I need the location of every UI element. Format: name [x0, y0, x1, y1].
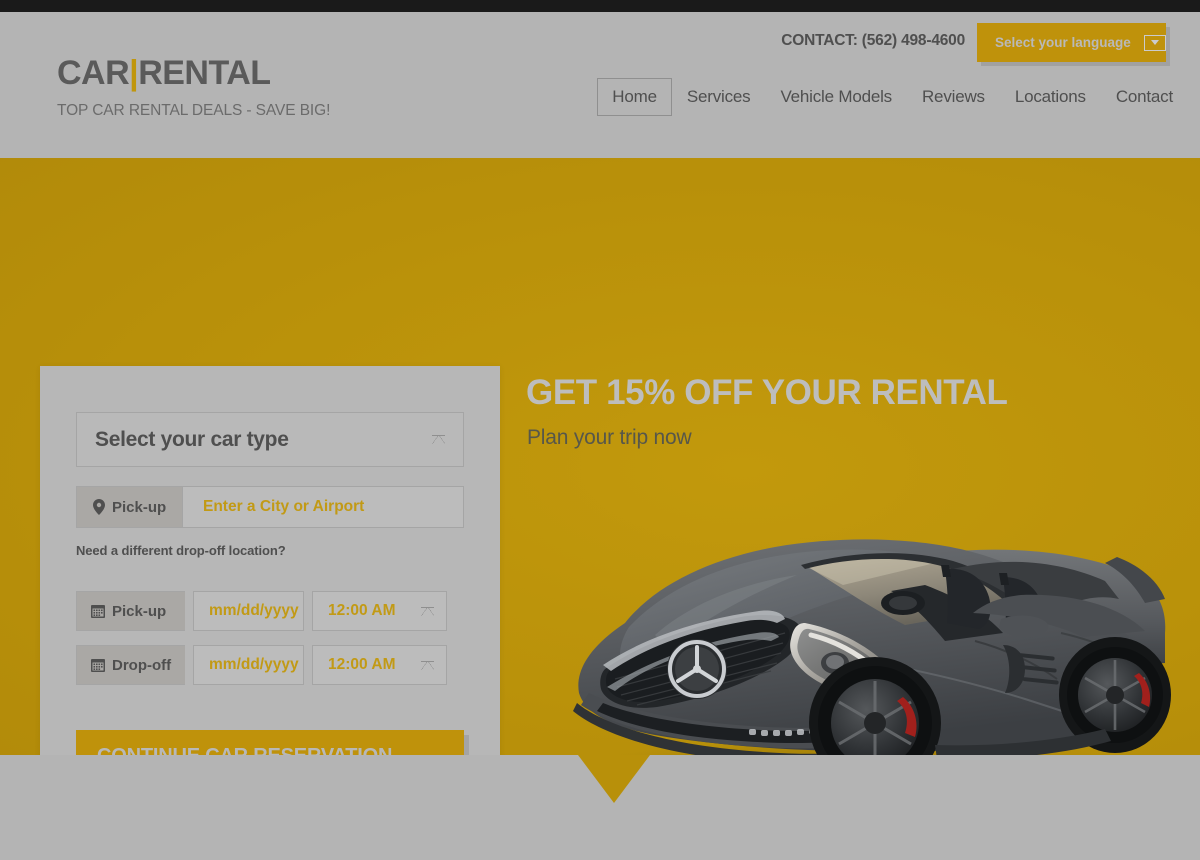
dropoff-date-tag: Drop-off	[76, 645, 185, 685]
dropoff-time-select[interactable]: 12:00 AM	[312, 645, 447, 685]
pickup-location-tag-label: Pick-up	[112, 498, 167, 516]
calendar-icon	[91, 659, 105, 672]
hero-subheadline: Plan your trip now	[527, 426, 692, 449]
caret-down-icon	[1143, 34, 1166, 51]
pickup-time-select[interactable]: 12:00 AM	[312, 591, 447, 631]
continue-reservation-button[interactable]: CONTINUE CAR RESERVATION	[76, 730, 464, 755]
nav-item-contact[interactable]: Contact	[1101, 79, 1188, 115]
brand-title-part1: CAR	[57, 54, 130, 92]
hero-car-image	[505, 473, 1195, 755]
dropoff-date-row: Drop-off mm/dd/yyyy 12:00 AM	[76, 645, 464, 685]
pickup-location-placeholder: Enter a City or Airport	[203, 498, 365, 515]
select-language-button[interactable]: Select your language	[977, 23, 1166, 62]
different-dropoff-link[interactable]: Need a different drop-off location?	[76, 543, 286, 558]
pickup-date-tag: Pick-up	[76, 591, 185, 631]
pickup-date-tag-label: Pick-up	[112, 602, 167, 620]
chevron-down-icon	[432, 435, 445, 444]
brand-title-part2: RENTAL	[138, 54, 271, 92]
car-type-label: Select your car type	[95, 427, 289, 451]
pickup-location-input[interactable]: Enter a City or Airport	[182, 486, 464, 528]
pickup-time-value: 12:00 AM	[328, 602, 396, 619]
site-header: CAR|RENTAL TOP CAR RENTAL DEALS - SAVE B…	[0, 12, 1200, 158]
dropoff-time-value: 12:00 AM	[328, 656, 396, 673]
calendar-icon	[91, 605, 105, 618]
brand-title-separator: |	[129, 54, 139, 92]
main-navigation: Home Services Vehicle Models Reviews Loc…	[597, 78, 1188, 116]
chevron-down-icon	[421, 660, 434, 670]
page-root: CAR|RENTAL TOP CAR RENTAL DEALS - SAVE B…	[0, 0, 1200, 860]
hero-bottom-notch	[578, 755, 650, 803]
pickup-date-row: Pick-up mm/dd/yyyy 12:00 AM	[76, 591, 464, 631]
pickup-date-placeholder: mm/dd/yyyy	[209, 602, 299, 619]
nav-item-services[interactable]: Services	[672, 79, 766, 115]
hero-banner: GET 15% OFF YOUR RENTAL Plan your trip n…	[0, 158, 1200, 755]
pickup-location-tag: Pick-up	[76, 486, 182, 528]
hero-headline: GET 15% OFF YOUR RENTAL	[526, 373, 1008, 412]
brand-logo[interactable]: CAR|RENTAL TOP CAR RENTAL DEALS - SAVE B…	[57, 56, 330, 120]
pickup-location-row: Pick-up Enter a City or Airport	[76, 486, 464, 528]
map-pin-icon	[93, 499, 105, 515]
brand-tagline: TOP CAR RENTAL DEALS - SAVE BIG!	[57, 102, 331, 119]
nav-item-home[interactable]: Home	[597, 78, 672, 116]
dropoff-date-placeholder: mm/dd/yyyy	[209, 656, 299, 673]
chevron-down-icon	[421, 606, 434, 616]
dropoff-date-input[interactable]: mm/dd/yyyy	[193, 645, 304, 685]
pickup-date-input[interactable]: mm/dd/yyyy	[193, 591, 304, 631]
select-language-label: Select your language	[995, 35, 1131, 50]
top-black-bar	[0, 0, 1200, 12]
nav-item-locations[interactable]: Locations	[1000, 79, 1101, 115]
nav-item-reviews[interactable]: Reviews	[907, 79, 1000, 115]
car-type-select[interactable]: Select your car type	[76, 412, 464, 467]
contact-phone[interactable]: CONTACT: (562) 498-4600	[781, 32, 965, 50]
nav-item-vehicle-models[interactable]: Vehicle Models	[765, 79, 907, 115]
dropoff-date-tag-label: Drop-off	[112, 656, 172, 674]
brand-title: CAR|RENTAL	[57, 56, 330, 90]
booking-panel: Select your car type Pick-up Enter a Cit…	[40, 366, 500, 755]
